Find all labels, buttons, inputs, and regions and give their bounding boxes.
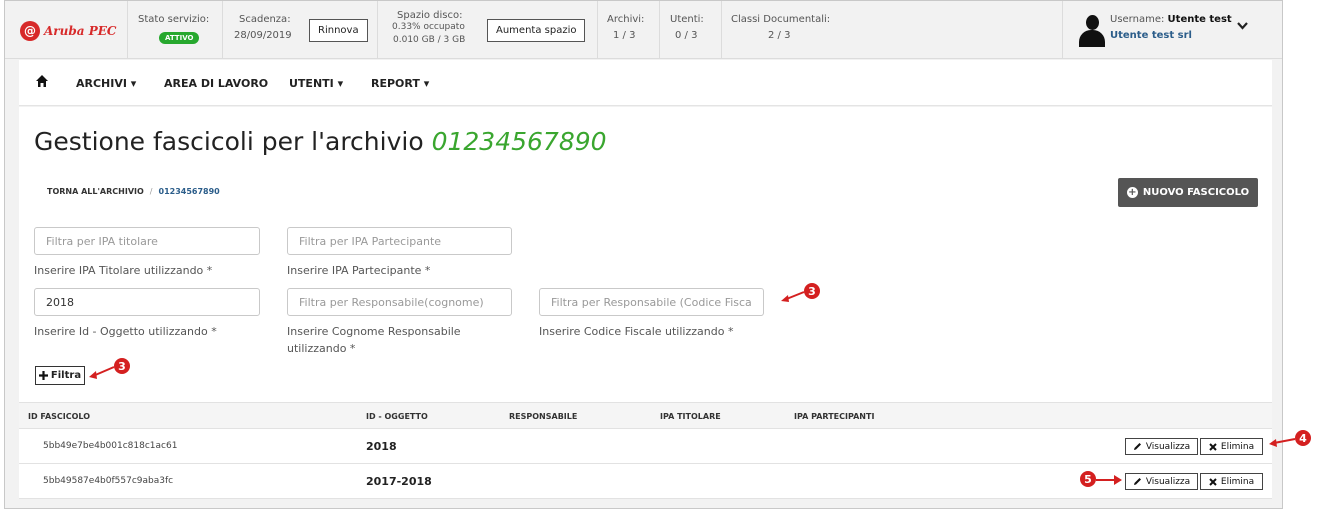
col-ipa-titolare[interactable]: IPA TITOLARE — [660, 412, 721, 421]
col-id-fascicolo[interactable]: ID FASCICOLO — [28, 412, 90, 421]
rinnova-button[interactable]: Rinnova — [309, 19, 368, 42]
cell-id-fascicolo: 5bb49e7be4b001c818c1ac61 — [43, 441, 178, 451]
filter-responsabile-cognome-input[interactable] — [287, 288, 512, 316]
col-id-oggetto[interactable]: ID - OGGETTO — [366, 412, 428, 421]
nav-utenti[interactable]: UTENTI ▾ — [289, 77, 343, 90]
help-ipa-titolare: Inserire IPA Titolare utilizzando * — [34, 264, 213, 277]
company-link[interactable]: Utente test srl — [1110, 30, 1192, 41]
elimina-button[interactable]: Elimina — [1200, 473, 1263, 490]
main-panel: Gestione fascicoli per l'archivio 012345… — [19, 107, 1272, 499]
nav-archivi[interactable]: ARCHIVI ▾ — [76, 77, 136, 90]
username-line: Username: Utente test — [1110, 14, 1232, 25]
filter-id-oggetto-input[interactable] — [34, 288, 260, 316]
main-navbar: ARCHIVI ▾ AREA DI LAVORO UTENTI ▾ REPORT… — [19, 60, 1272, 106]
logo-text: Aruba PEC — [44, 24, 117, 38]
archivi-label: Archivi: — [607, 14, 645, 25]
breadcrumb: TORNA ALL'ARCHIVIO/01234567890 — [47, 187, 220, 196]
archivi-value: 1 / 3 — [613, 30, 636, 41]
home-icon[interactable] — [35, 74, 49, 88]
aumenta-spazio-button[interactable]: Aumenta spazio — [487, 19, 586, 42]
annotation-arrow — [781, 291, 805, 302]
col-responsabile[interactable]: RESPONSABILE — [509, 412, 577, 421]
divider — [597, 1, 598, 59]
table-row: 5bb49e7be4b001c818c1ac61 2018 Visualizza… — [19, 429, 1272, 464]
user-icon — [1079, 15, 1105, 47]
plus-icon — [38, 371, 48, 380]
top-status-bar: @ Aruba PEC Stato servizio: ATTIVO Scade… — [5, 1, 1282, 59]
spazio-percent: 0.33% occupato — [392, 22, 465, 32]
plus-circle-icon: + — [1126, 187, 1138, 198]
annotation-arrow — [89, 366, 115, 379]
brand-logo[interactable]: @ Aruba PEC — [20, 21, 116, 41]
username-label: Username: — [1110, 14, 1165, 25]
annotation-arrow — [1269, 438, 1296, 447]
scadenza-label: Scadenza: — [239, 14, 291, 25]
aruba-logo-icon: @ — [20, 21, 40, 41]
help-id-oggetto: Inserire Id - Oggetto utilizzando * — [34, 325, 217, 338]
elimina-button[interactable]: Elimina — [1200, 438, 1263, 455]
chevron-down-icon[interactable] — [1237, 19, 1248, 33]
nav-report[interactable]: REPORT ▾ — [371, 77, 429, 90]
filter-ipa-titolare-input[interactable] — [34, 227, 260, 255]
breadcrumb-current[interactable]: 01234567890 — [159, 187, 220, 196]
col-ipa-partecipanti[interactable]: IPA PARTECIPANTI — [794, 412, 874, 421]
nuovo-fascicolo-button[interactable]: + NUOVO FASCICOLO — [1118, 178, 1258, 207]
cell-id-oggetto: 2018 — [366, 440, 397, 453]
scadenza-date: 28/09/2019 — [234, 30, 292, 41]
table-header: ID FASCICOLO ID - OGGETTO RESPONSABILE I… — [19, 402, 1272, 429]
utenti-label: Utenti: — [670, 14, 704, 25]
visualizza-button[interactable]: Visualizza — [1125, 473, 1198, 490]
divider — [127, 1, 128, 59]
status-badge: ATTIVO — [159, 32, 200, 44]
annotation-arrow — [1096, 475, 1122, 485]
divider — [1062, 1, 1063, 59]
filter-responsabile-cf-input[interactable] — [539, 288, 764, 316]
breadcrumb-back-link[interactable]: TORNA ALL'ARCHIVIO — [47, 187, 144, 196]
archive-code: 01234567890 — [431, 127, 607, 156]
cell-id-fascicolo: 5bb49587e4b0f557c9aba3fc — [43, 476, 174, 486]
divider — [377, 1, 378, 59]
spazio-size: 0.010 GB / 3 GB — [393, 35, 466, 45]
classi-documentali-label: Classi Documentali: — [731, 14, 831, 25]
annotation-marker: 3 — [804, 283, 820, 299]
pencil-icon — [1133, 443, 1141, 450]
help-ipa-partecipante: Inserire IPA Partecipante * — [287, 264, 431, 277]
spazio-disco-label: Spazio disco: — [397, 10, 463, 21]
username-value: Utente test — [1167, 14, 1232, 25]
help-codice-fiscale: Inserire Codice Fiscale utilizzando * — [539, 325, 734, 338]
cell-id-oggetto: 2017-2018 — [366, 475, 432, 488]
classi-value: 2 / 3 — [768, 30, 791, 41]
filter-ipa-partecipante-input[interactable] — [287, 227, 512, 255]
divider — [222, 1, 223, 59]
annotation-marker: 5 — [1080, 471, 1096, 487]
page-title: Gestione fascicoli per l'archivio 012345… — [34, 127, 607, 156]
utenti-value: 0 / 3 — [675, 30, 698, 41]
stato-servizio-label: Stato servizio: — [138, 14, 210, 25]
pencil-icon — [1133, 478, 1141, 485]
annotation-marker: 3 — [114, 358, 130, 374]
help-responsabile-cognome: Inserire Cognome Responsabile utilizzand… — [287, 325, 461, 355]
divider — [659, 1, 660, 59]
divider — [721, 1, 722, 59]
filtra-button[interactable]: Filtra — [35, 366, 85, 385]
visualizza-button[interactable]: Visualizza — [1125, 438, 1198, 455]
times-icon — [1209, 442, 1217, 451]
times-icon — [1209, 477, 1217, 486]
annotation-marker: 4 — [1295, 430, 1311, 446]
nav-area-di-lavoro[interactable]: AREA DI LAVORO — [164, 77, 268, 90]
